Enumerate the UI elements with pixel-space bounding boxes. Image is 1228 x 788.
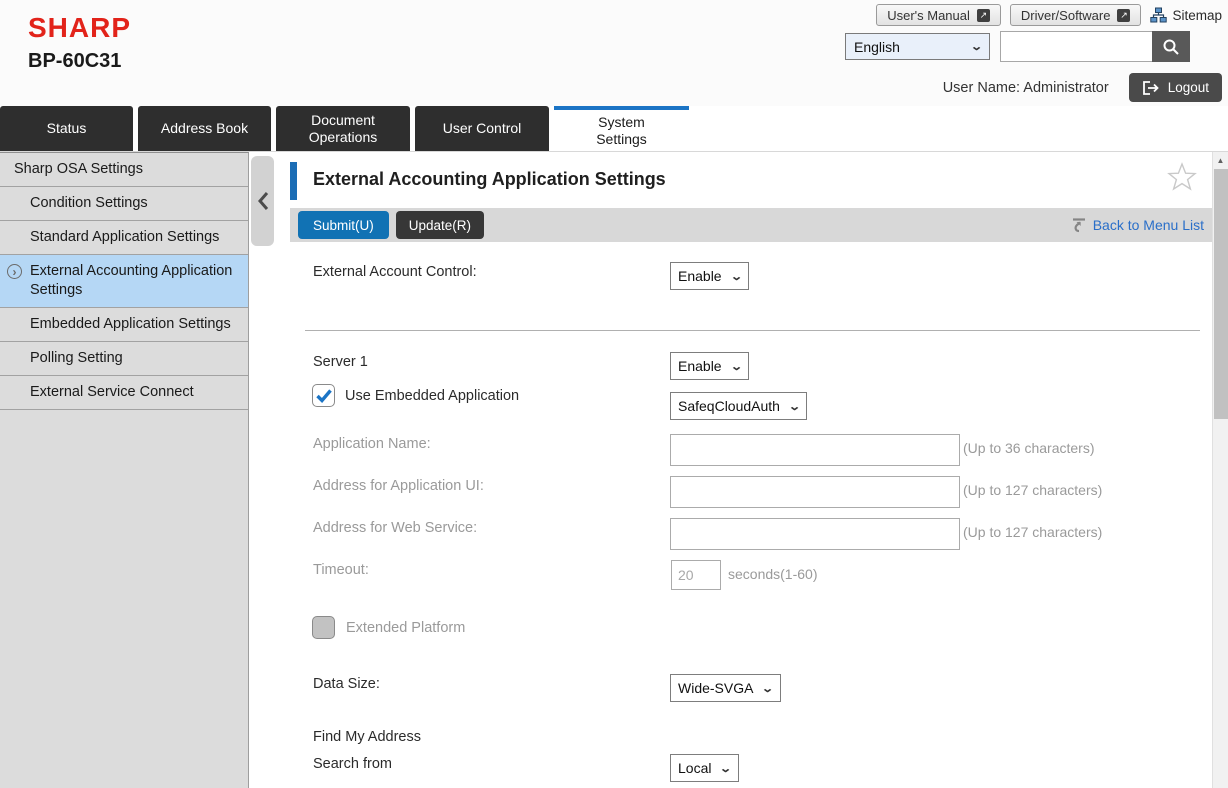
address-for-application-ui-input[interactable] xyxy=(670,476,960,508)
title-band: External Accounting Application Settings xyxy=(290,152,1212,208)
search-from-label: Search from xyxy=(313,756,392,772)
chevron-down-icon: ⌄ xyxy=(970,40,983,53)
external-account-control-select[interactable]: Enable ⌄ xyxy=(670,262,749,290)
tab-status[interactable]: Status xyxy=(0,106,133,151)
sidebar-item-external-accounting-application-settings[interactable]: › External Accounting Application Settin… xyxy=(0,255,248,308)
users-manual-label: User's Manual xyxy=(887,8,970,23)
driver-software-label: Driver/Software xyxy=(1021,8,1111,23)
search-button[interactable] xyxy=(1152,31,1190,62)
select-value: Enable xyxy=(678,358,722,374)
users-manual-button[interactable]: User's Manual ↗ xyxy=(876,4,1001,26)
address-for-web-service-input[interactable] xyxy=(670,518,960,550)
select-value: Enable xyxy=(678,268,722,284)
sidebar-item-polling-setting[interactable]: Polling Setting xyxy=(0,342,248,376)
external-link-icon: ↗ xyxy=(1117,9,1130,22)
use-embedded-application-label: Use Embedded Application xyxy=(345,388,519,404)
main-content: External Accounting Application Settings… xyxy=(290,152,1212,788)
sidebar-collapse-button[interactable] xyxy=(251,156,274,246)
address-for-application-ui-hint: (Up to 127 characters) xyxy=(963,482,1102,498)
tab-address-book[interactable]: Address Book xyxy=(138,106,271,151)
address-for-web-service-hint: (Up to 127 characters) xyxy=(963,524,1102,540)
sitemap-link[interactable]: Sitemap xyxy=(1150,7,1222,23)
page-title: External Accounting Application Settings xyxy=(313,169,666,190)
search-from-select[interactable]: Local ⌄ xyxy=(670,754,739,782)
action-toolbar: Submit(U) Update(R) Back to Menu List xyxy=(290,208,1212,242)
user-row: User Name: Administrator Logout xyxy=(943,73,1225,102)
select-value: Wide-SVGA xyxy=(678,680,753,696)
settings-form: External Account Control: Enable ⌄ Serve… xyxy=(290,242,1212,788)
address-for-web-service-label: Address for Web Service: xyxy=(313,520,477,536)
tab-system-settings[interactable]: System Settings xyxy=(554,106,689,151)
language-select[interactable]: English ⌄ xyxy=(845,33,990,60)
page-header: SHARP BP-60C31 User's Manual ↗ Driver/So… xyxy=(0,0,1228,106)
sharp-logo: SHARP xyxy=(28,12,131,44)
favorite-star-icon[interactable] xyxy=(1166,161,1198,193)
logout-label: Logout xyxy=(1168,80,1209,95)
server1-label: Server 1 xyxy=(313,354,368,370)
sidebar-item-external-service-connect[interactable]: External Service Connect xyxy=(0,376,248,410)
embedded-application-select[interactable]: SafeqCloudAuth ⌄ xyxy=(670,392,807,420)
language-search-row: English ⌄ xyxy=(845,31,1190,62)
language-selected-value: English xyxy=(854,39,900,55)
timeout-unit-label: seconds(1-60) xyxy=(728,566,818,582)
application-name-hint: (Up to 36 characters) xyxy=(963,440,1095,456)
main-tab-bar: Status Address Book Document Operations … xyxy=(0,106,1228,152)
sidebar-item-standard-application-settings[interactable]: Standard Application Settings xyxy=(0,221,248,255)
chevron-down-icon: ⌄ xyxy=(730,270,743,283)
data-size-select[interactable]: Wide-SVGA ⌄ xyxy=(670,674,781,702)
section-divider xyxy=(305,330,1200,331)
sidebar-item-label: External Accounting Application Settings xyxy=(30,263,232,298)
select-value: SafeqCloudAuth xyxy=(678,398,780,414)
scroll-up-arrow-icon[interactable]: ▲ xyxy=(1213,152,1228,169)
search-input[interactable] xyxy=(1000,31,1152,62)
update-button[interactable]: Update(R) xyxy=(396,211,484,239)
extended-platform-checkbox[interactable] xyxy=(312,616,335,639)
logout-icon xyxy=(1142,80,1160,96)
device-model: BP-60C31 xyxy=(28,50,121,73)
chevron-left-icon xyxy=(257,191,269,211)
sidebar-item-condition-settings[interactable]: Condition Settings xyxy=(0,187,248,221)
tab-user-control[interactable]: User Control xyxy=(415,106,549,151)
tab-document-operations[interactable]: Document Operations xyxy=(276,106,410,151)
sitemap-icon xyxy=(1150,7,1167,23)
timeout-input[interactable] xyxy=(671,560,721,590)
title-accent-bar xyxy=(290,162,297,200)
timeout-label: Timeout: xyxy=(313,562,369,578)
driver-software-button[interactable]: Driver/Software ↗ xyxy=(1010,4,1142,26)
settings-sidebar: Sharp OSA Settings Condition Settings St… xyxy=(0,152,249,788)
application-name-input[interactable] xyxy=(670,434,960,466)
search-icon xyxy=(1162,38,1180,56)
extended-platform-label: Extended Platform xyxy=(346,620,465,636)
address-for-application-ui-label: Address for Application UI: xyxy=(313,478,484,494)
use-embedded-application-checkbox[interactable] xyxy=(312,384,335,407)
chevron-down-icon: ⌄ xyxy=(730,360,743,373)
scrollbar-thumb[interactable] xyxy=(1214,169,1228,419)
current-item-arrow-icon: › xyxy=(7,264,22,279)
external-link-icon: ↗ xyxy=(977,9,990,22)
server1-select[interactable]: Enable ⌄ xyxy=(670,352,749,380)
find-my-address-label: Find My Address xyxy=(313,729,421,745)
vertical-scrollbar[interactable]: ▲ xyxy=(1212,152,1228,788)
data-size-label: Data Size: xyxy=(313,676,380,692)
top-links: User's Manual ↗ Driver/Software ↗ Sitema… xyxy=(876,4,1222,26)
chevron-down-icon: ⌄ xyxy=(720,762,733,775)
sidebar-item-embedded-application-settings[interactable]: Embedded Application Settings xyxy=(0,308,248,342)
select-value: Local xyxy=(678,760,711,776)
return-up-icon xyxy=(1071,217,1087,233)
sitemap-label: Sitemap xyxy=(1172,8,1222,23)
user-name-label: User Name: Administrator xyxy=(943,80,1109,96)
submit-button[interactable]: Submit(U) xyxy=(298,211,389,239)
chevron-down-icon: ⌄ xyxy=(788,400,801,413)
back-to-menu-link[interactable]: Back to Menu List xyxy=(1071,217,1204,233)
sidebar-item-sharp-osa-settings[interactable]: Sharp OSA Settings xyxy=(0,153,248,187)
application-name-label: Application Name: xyxy=(313,436,431,452)
chevron-down-icon: ⌄ xyxy=(762,682,775,695)
external-account-control-label: External Account Control: xyxy=(313,264,477,280)
back-to-menu-label: Back to Menu List xyxy=(1093,217,1204,233)
checkmark-icon xyxy=(316,389,332,403)
logout-button[interactable]: Logout xyxy=(1129,73,1222,102)
